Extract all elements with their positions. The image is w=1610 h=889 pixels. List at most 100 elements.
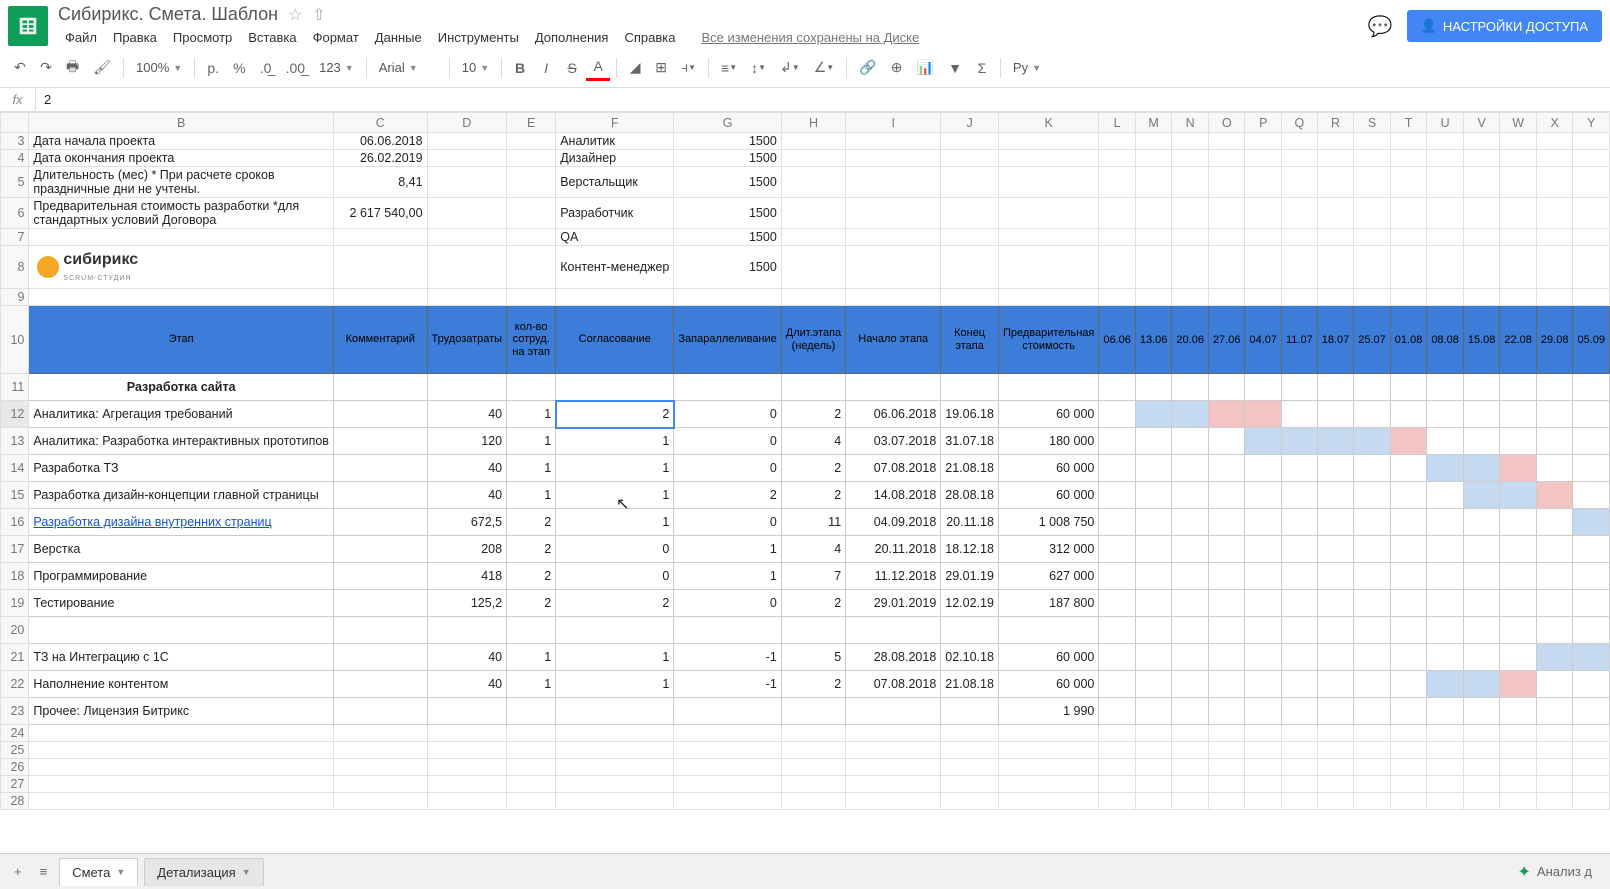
cell[interactable] bbox=[1463, 698, 1500, 725]
column-header[interactable]: G bbox=[674, 113, 781, 133]
cell[interactable] bbox=[1427, 793, 1464, 810]
cell[interactable] bbox=[427, 198, 507, 229]
cell[interactable] bbox=[1099, 563, 1136, 590]
cell[interactable] bbox=[1354, 428, 1391, 455]
cell[interactable]: 4 bbox=[781, 428, 845, 455]
cell[interactable] bbox=[1573, 617, 1610, 644]
cell[interactable] bbox=[1135, 374, 1172, 401]
cell[interactable] bbox=[846, 167, 941, 198]
cell[interactable] bbox=[1536, 289, 1573, 306]
cell[interactable]: Программирование bbox=[29, 563, 334, 590]
cell[interactable] bbox=[1317, 644, 1354, 671]
cell[interactable] bbox=[1390, 482, 1427, 509]
cell[interactable] bbox=[1427, 428, 1464, 455]
cell[interactable]: 672,5 bbox=[427, 509, 507, 536]
cell[interactable] bbox=[1573, 725, 1610, 742]
cell[interactable] bbox=[1282, 374, 1318, 401]
cell[interactable]: Начало этапа bbox=[846, 306, 941, 374]
percent-button[interactable]: % bbox=[227, 55, 251, 81]
currency-button[interactable]: р. bbox=[201, 55, 225, 81]
cell[interactable]: Разработчик bbox=[556, 198, 674, 229]
cell[interactable]: 1 bbox=[556, 671, 674, 698]
cell[interactable] bbox=[781, 133, 845, 150]
cell[interactable] bbox=[1282, 455, 1318, 482]
cell[interactable] bbox=[781, 776, 845, 793]
cell[interactable] bbox=[1317, 698, 1354, 725]
cell[interactable] bbox=[1390, 793, 1427, 810]
cell[interactable] bbox=[1282, 536, 1318, 563]
cell[interactable] bbox=[1463, 289, 1500, 306]
cell[interactable] bbox=[846, 374, 941, 401]
cell[interactable] bbox=[1463, 198, 1500, 229]
cell[interactable]: 1500 bbox=[674, 133, 781, 150]
cell[interactable] bbox=[941, 698, 999, 725]
cell[interactable]: 18.12.18 bbox=[941, 536, 999, 563]
cell[interactable] bbox=[29, 617, 334, 644]
cell[interactable]: 1 bbox=[507, 401, 556, 428]
cell[interactable] bbox=[1573, 167, 1610, 198]
column-header[interactable]: O bbox=[1208, 113, 1245, 133]
cell[interactable] bbox=[1390, 229, 1427, 246]
cell[interactable] bbox=[1099, 401, 1136, 428]
cell[interactable] bbox=[556, 374, 674, 401]
zoom-select[interactable]: 100%▼ bbox=[130, 58, 188, 77]
cell[interactable]: Дата окончания проекта bbox=[29, 150, 334, 167]
cell[interactable] bbox=[1500, 455, 1537, 482]
cell[interactable] bbox=[846, 742, 941, 759]
cell[interactable] bbox=[1354, 246, 1391, 289]
cell[interactable] bbox=[507, 725, 556, 742]
cell[interactable] bbox=[998, 150, 1098, 167]
cell[interactable] bbox=[1536, 401, 1573, 428]
cell[interactable] bbox=[1427, 150, 1464, 167]
cell[interactable] bbox=[1099, 793, 1136, 810]
cell[interactable] bbox=[781, 617, 845, 644]
cell[interactable] bbox=[941, 776, 999, 793]
row-header[interactable]: 8 bbox=[1, 246, 29, 289]
cell[interactable]: 208 bbox=[427, 536, 507, 563]
cell[interactable] bbox=[1317, 617, 1354, 644]
cell[interactable] bbox=[1172, 455, 1209, 482]
cell[interactable] bbox=[781, 289, 845, 306]
cell[interactable] bbox=[781, 167, 845, 198]
cell[interactable] bbox=[674, 793, 781, 810]
cell[interactable] bbox=[1208, 725, 1245, 742]
cell[interactable]: 1 bbox=[556, 455, 674, 482]
cell[interactable] bbox=[333, 725, 427, 742]
cell[interactable] bbox=[1463, 167, 1500, 198]
cell[interactable] bbox=[1573, 698, 1610, 725]
cell[interactable] bbox=[1536, 246, 1573, 289]
cell[interactable]: 60 000 bbox=[998, 455, 1098, 482]
cell[interactable] bbox=[1317, 482, 1354, 509]
row-header[interactable]: 26 bbox=[1, 759, 29, 776]
menu-view[interactable]: Просмотр bbox=[166, 27, 239, 48]
cell[interactable] bbox=[1427, 289, 1464, 306]
cell[interactable] bbox=[1208, 150, 1245, 167]
cell[interactable]: 04.09.2018 bbox=[846, 509, 941, 536]
cell[interactable] bbox=[507, 167, 556, 198]
cell[interactable] bbox=[1427, 776, 1464, 793]
column-header[interactable]: Q bbox=[1282, 113, 1318, 133]
cell[interactable] bbox=[427, 759, 507, 776]
cell[interactable] bbox=[1573, 776, 1610, 793]
cell[interactable] bbox=[1536, 229, 1573, 246]
cell[interactable] bbox=[1135, 725, 1172, 742]
cell[interactable] bbox=[1500, 246, 1537, 289]
cell[interactable] bbox=[1282, 198, 1318, 229]
cell[interactable] bbox=[1099, 725, 1136, 742]
cell[interactable] bbox=[1282, 289, 1318, 306]
cell[interactable] bbox=[1354, 698, 1391, 725]
cell[interactable] bbox=[1135, 246, 1172, 289]
cell[interactable] bbox=[1208, 167, 1245, 198]
cell[interactable] bbox=[1208, 133, 1245, 150]
cell[interactable] bbox=[1317, 455, 1354, 482]
cell[interactable] bbox=[1427, 374, 1464, 401]
cell[interactable] bbox=[507, 759, 556, 776]
cell[interactable]: 40 bbox=[427, 644, 507, 671]
cell[interactable] bbox=[1172, 167, 1209, 198]
cell[interactable]: 60 000 bbox=[998, 401, 1098, 428]
cell[interactable] bbox=[427, 725, 507, 742]
column-header[interactable]: F bbox=[556, 113, 674, 133]
cell[interactable]: Дизайнер bbox=[556, 150, 674, 167]
column-header[interactable]: N bbox=[1172, 113, 1209, 133]
cell[interactable] bbox=[1390, 374, 1427, 401]
